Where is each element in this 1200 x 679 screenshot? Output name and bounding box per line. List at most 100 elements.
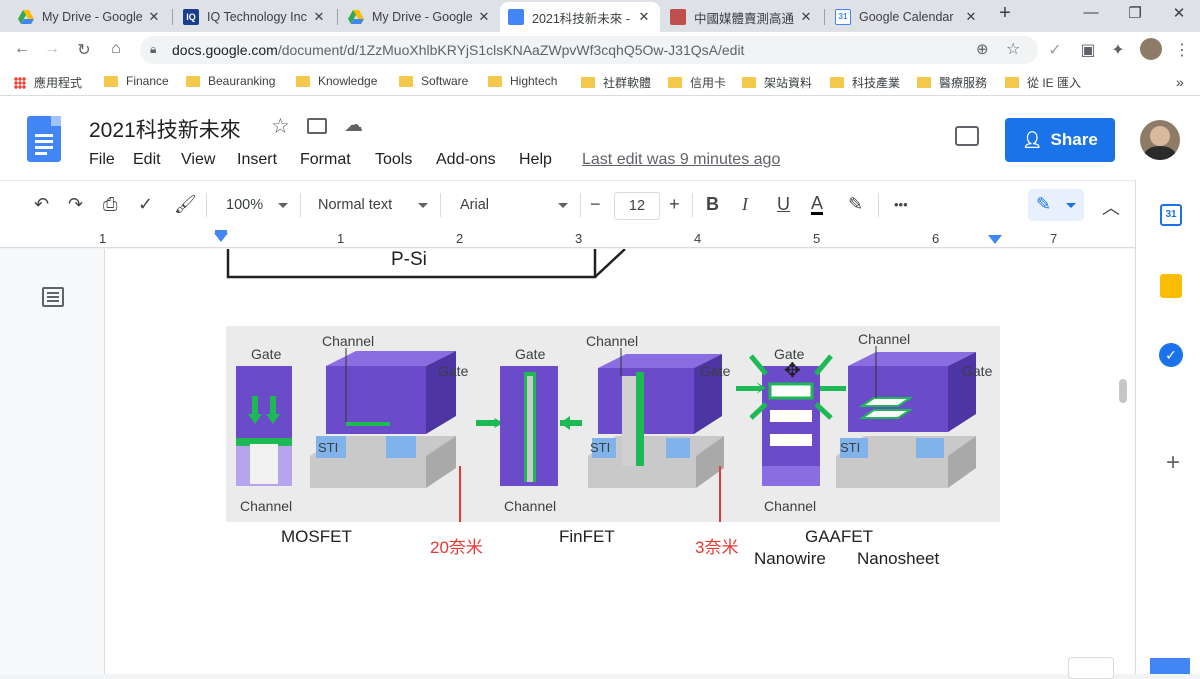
- first-line-indent-marker[interactable]: [215, 230, 227, 233]
- zoom-icon[interactable]: ⊕: [976, 40, 989, 58]
- menu-help[interactable]: Help: [519, 151, 552, 169]
- side-panel-widget[interactable]: [1150, 658, 1190, 674]
- window-close-icon[interactable]: ✕: [1164, 4, 1194, 22]
- right-indent-marker[interactable]: [988, 235, 1002, 244]
- increase-font-size-button[interactable]: +: [669, 194, 680, 215]
- lock-icon: 🔒︎: [150, 42, 157, 56]
- bookmark-tech-industry[interactable]: 科技產業: [830, 74, 900, 91]
- bold-button[interactable]: B: [706, 194, 719, 215]
- collapse-chevron-up-icon[interactable]: ︿: [1102, 194, 1120, 220]
- outline-icon[interactable]: [42, 287, 64, 307]
- close-icon[interactable]: ✕: [146, 9, 162, 25]
- bookmark-medical[interactable]: 醫療服務: [917, 74, 987, 91]
- minimize-icon[interactable]: —: [1076, 4, 1106, 21]
- node-3nm-caption: 3奈米: [695, 538, 739, 557]
- bookmark-credit-card[interactable]: 信用卡: [668, 74, 726, 91]
- bookmark-beauranking[interactable]: Beauranking: [186, 74, 275, 88]
- font-select[interactable]: Arial: [460, 197, 489, 213]
- bookmark-software[interactable]: Software: [399, 74, 468, 88]
- italic-button[interactable]: I: [742, 194, 748, 215]
- print-icon[interactable]: ⎙: [103, 194, 117, 215]
- close-icon[interactable]: ✕: [476, 9, 492, 25]
- close-icon[interactable]: ✕: [798, 9, 814, 25]
- restore-icon[interactable]: ❐: [1120, 4, 1150, 22]
- browser-tab-my-drive-1[interactable]: My Drive - Google ✕: [10, 2, 170, 32]
- explore-button[interactable]: [1068, 657, 1114, 679]
- google-drive-icon: [348, 9, 364, 25]
- move-cursor-icon: ✥: [784, 360, 801, 382]
- bookmark-star-icon[interactable]: ☆: [1006, 39, 1020, 59]
- forward-arrow-icon[interactable]: →: [42, 40, 62, 58]
- left-indent-marker[interactable]: [214, 233, 228, 242]
- add-addon-icon[interactable]: +: [1161, 451, 1185, 476]
- document-title[interactable]: 2021科技新未來: [89, 114, 241, 144]
- highlight-color-icon[interactable]: ✎: [848, 194, 863, 215]
- finfet-caption: FinFET: [559, 527, 615, 546]
- menu-insert[interactable]: Insert: [237, 151, 277, 169]
- document-page[interactable]: P-Si Gate Channel Gate STI Channel Gate …: [104, 249, 1134, 674]
- spellcheck-icon[interactable]: ✓: [138, 194, 153, 215]
- zoom-select[interactable]: 100%: [226, 197, 263, 213]
- bookmark-apps[interactable]: 應用程式: [14, 74, 82, 91]
- browser-tab-my-drive-2[interactable]: My Drive - Google ✕: [340, 2, 500, 32]
- profile-avatar[interactable]: [1140, 38, 1162, 60]
- ruler[interactable]: 1 1 2 3 4 5 6 7: [0, 230, 1135, 248]
- close-icon[interactable]: ✕: [963, 9, 979, 25]
- star-icon[interactable]: ☆: [271, 114, 290, 139]
- bookmark-finance[interactable]: Finance: [104, 74, 169, 88]
- avatar[interactable]: [1140, 120, 1180, 160]
- new-tab-button[interactable]: +: [990, 2, 1020, 25]
- menu-addons[interactable]: Add-ons: [436, 151, 496, 169]
- bookmark-social[interactable]: 社群軟體: [581, 74, 651, 91]
- move-to-folder-icon[interactable]: [307, 118, 327, 134]
- bookmark-knowledge[interactable]: Knowledge: [296, 74, 377, 88]
- text-color-button[interactable]: A: [811, 194, 824, 215]
- google-calendar-icon[interactable]: 31: [1160, 204, 1182, 226]
- paragraph-style-select[interactable]: Normal text: [318, 197, 392, 213]
- checkmark-icon[interactable]: ✓: [1045, 40, 1065, 60]
- browser-tab-active-doc[interactable]: 2021科技新未來 - ✕: [500, 2, 660, 32]
- google-keep-icon[interactable]: [1160, 274, 1182, 298]
- extension-image-icon[interactable]: ▣: [1078, 40, 1098, 60]
- underline-button[interactable]: U: [777, 194, 790, 215]
- extensions-puzzle-icon[interactable]: ✦: [1108, 40, 1128, 60]
- browser-tab-iq-technology[interactable]: IQ IQ Technology Inc ✕: [175, 2, 335, 32]
- more-options-button[interactable]: •••: [894, 197, 908, 212]
- menu-edit[interactable]: Edit: [133, 151, 161, 169]
- font-size-input[interactable]: 12: [614, 192, 660, 220]
- menu-format[interactable]: Format: [300, 151, 351, 169]
- redo-icon[interactable]: ↷: [68, 194, 83, 215]
- back-arrow-icon[interactable]: ←: [12, 40, 32, 58]
- close-icon[interactable]: ✕: [311, 9, 327, 25]
- folder-icon: [186, 75, 200, 87]
- comment-history-icon[interactable]: [955, 126, 979, 146]
- cloud-saved-icon[interactable]: ☁: [344, 114, 363, 137]
- last-edit-link[interactable]: Last edit was 9 minutes ago: [582, 151, 780, 169]
- paint-format-icon[interactable]: 🖌︎: [174, 194, 197, 215]
- bookmark-hightech[interactable]: Hightech: [488, 74, 557, 88]
- bookmark-site-building[interactable]: 架站資料: [742, 74, 812, 91]
- bookmarks-overflow-icon[interactable]: »: [1176, 74, 1184, 90]
- pencil-icon: ✎: [1036, 194, 1052, 214]
- docs-header: 2021科技新未來 ☆ ☁ File Edit View Insert Form…: [0, 96, 1200, 180]
- close-icon[interactable]: ✕: [636, 9, 652, 25]
- kebab-menu-icon[interactable]: ⋮: [1172, 40, 1192, 60]
- vertical-scrollbar-thumb[interactable]: [1119, 379, 1127, 403]
- home-icon[interactable]: ⌂: [106, 40, 126, 58]
- bookmark-ie-import[interactable]: 從 IE 匯入: [1005, 74, 1081, 91]
- editing-mode-button[interactable]: ✎: [1028, 189, 1084, 221]
- undo-icon[interactable]: ↶: [34, 194, 49, 215]
- address-bar[interactable]: 🔒︎ docs.google.com/document/d/1ZzMuoXhlb…: [140, 36, 1038, 64]
- google-docs-logo-icon[interactable]: [27, 116, 61, 162]
- browser-tab-google-calendar[interactable]: 31 Google Calendar ✕: [827, 2, 987, 32]
- reload-icon[interactable]: ↻: [74, 40, 94, 60]
- apps-grid-icon: [14, 76, 26, 89]
- google-tasks-icon[interactable]: ✓: [1159, 343, 1183, 367]
- mosfet-caption: MOSFET: [281, 527, 352, 546]
- menu-file[interactable]: File: [89, 151, 115, 169]
- decrease-font-size-button[interactable]: −: [590, 194, 601, 215]
- menu-view[interactable]: View: [181, 151, 215, 169]
- browser-tab-china-media[interactable]: 中國媒體賣測高通 ✕: [662, 2, 822, 32]
- share-button[interactable]: 👤︎ Share: [1005, 118, 1115, 162]
- menu-tools[interactable]: Tools: [375, 151, 412, 169]
